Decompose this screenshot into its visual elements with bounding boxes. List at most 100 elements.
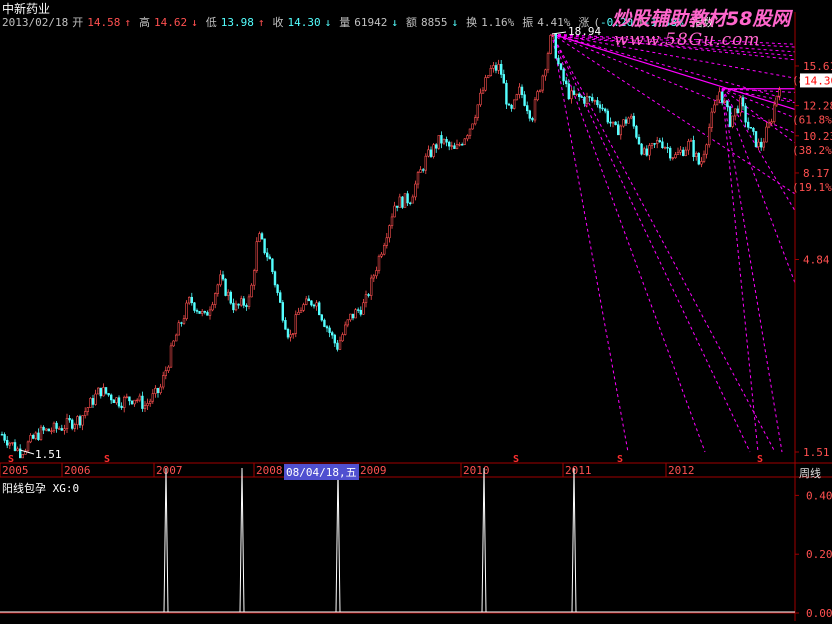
candle-body	[312, 304, 316, 307]
turnover-value: 1.16%	[481, 16, 515, 29]
candle-body	[198, 311, 201, 314]
candle-body	[375, 270, 378, 277]
candle-body	[668, 147, 672, 159]
gann-fan-line	[721, 88, 783, 453]
candle-body	[692, 140, 695, 158]
candle-body	[86, 407, 90, 412]
pct-tick-label: (19.1%)	[792, 181, 832, 194]
candle-body	[463, 138, 466, 145]
candle-body	[770, 121, 773, 124]
candle-body	[356, 309, 360, 311]
candle-body	[440, 135, 443, 144]
candle-body	[104, 387, 108, 394]
candle-body	[601, 107, 604, 110]
candle-body	[278, 292, 282, 303]
candle-body	[362, 302, 365, 315]
indicator-tick-label: 0.40	[806, 489, 832, 502]
candle-body	[570, 90, 573, 100]
candle-body	[538, 89, 542, 92]
candle-body	[372, 275, 375, 279]
candle-body	[408, 202, 412, 205]
candle-body	[330, 332, 334, 336]
pct-tick-label: (38.2%)	[792, 144, 832, 157]
candle-body	[627, 117, 630, 124]
candle-body	[588, 96, 591, 98]
candle-body	[253, 270, 256, 286]
candle-body	[359, 309, 362, 315]
candle-body	[3, 434, 6, 441]
candle-body	[536, 91, 539, 101]
candle-body	[468, 128, 472, 136]
candle-body	[271, 258, 274, 272]
change-label: 涨	[578, 16, 590, 29]
volume-label: 量	[339, 16, 351, 29]
candle-body	[151, 393, 154, 402]
candle-body	[590, 97, 594, 101]
candle-body	[533, 99, 537, 121]
candle-body	[84, 411, 87, 416]
candle-body	[640, 143, 643, 155]
candle-body	[167, 366, 170, 372]
candle-body	[705, 144, 708, 155]
candle-body	[710, 111, 714, 128]
candle-body	[767, 122, 771, 128]
price-tick-label: 4.84	[803, 253, 830, 266]
candle-body	[110, 394, 113, 401]
candle-body	[619, 125, 623, 136]
candle-body	[757, 141, 760, 148]
quote-info-bar: 2013/02/18 开 14.58 ↑ 高 14.62 ↓ 低 13.98 ↑ 收 14.30 ↓ 量 6…	[2, 16, 714, 29]
candle-body	[133, 399, 136, 405]
candle-body	[247, 296, 251, 307]
candle-body	[162, 375, 165, 388]
date-axis-label: 2007	[156, 464, 183, 477]
candle-body	[502, 74, 505, 84]
candle-body	[598, 104, 602, 109]
candle-body	[754, 131, 758, 148]
candle-body	[583, 96, 586, 104]
candle-body	[159, 386, 162, 393]
close-label: 收	[272, 16, 284, 29]
candle-body	[346, 319, 349, 326]
candle-body	[629, 115, 633, 119]
candle-body	[663, 147, 667, 149]
candle-body	[572, 90, 576, 95]
candle-body	[382, 245, 386, 255]
candle-body	[47, 428, 51, 432]
gann-fan-line	[551, 33, 776, 453]
candle-body	[154, 387, 157, 394]
candle-body	[216, 284, 219, 294]
candle-body	[273, 271, 277, 286]
stock-chart[interactable]: 15.61(80.9%)12.28(61.8%)10.23(38.2%)8.17…	[0, 0, 832, 624]
candle-body	[5, 440, 9, 446]
candle-body	[201, 310, 204, 314]
candle-body	[723, 100, 727, 103]
candle-body	[328, 327, 331, 333]
bottom-tab-strip[interactable]	[0, 615, 832, 624]
indicator-signal-spike	[239, 467, 245, 613]
candle-body	[258, 233, 261, 242]
price-tick-label: 12.28	[803, 100, 832, 113]
candle-body	[427, 149, 430, 157]
candle-body	[128, 396, 131, 402]
date-axis-label: 2011	[565, 464, 592, 477]
period-button[interactable]: 周线	[799, 465, 821, 481]
candle-body	[377, 255, 381, 271]
candle-body	[31, 435, 35, 439]
indicator-name: 阳线包孕	[2, 482, 46, 495]
candle-body	[676, 151, 680, 155]
candle-body	[453, 145, 456, 149]
candle-body	[265, 252, 269, 258]
candle-body	[364, 294, 368, 304]
candle-body	[390, 216, 394, 226]
candle-body	[421, 169, 425, 171]
date-axis-label: 2005	[2, 464, 29, 477]
candle-body	[291, 333, 295, 335]
candle-body	[281, 302, 284, 321]
signal-marker: S	[104, 454, 110, 465]
candle-body	[242, 298, 245, 306]
candle-body	[125, 396, 129, 398]
candle-body	[57, 428, 61, 430]
indicator-label[interactable]: 阳线包孕 XG:0	[2, 480, 79, 496]
quote-date: 2013/02/18	[2, 16, 69, 29]
candle-body	[78, 416, 82, 426]
